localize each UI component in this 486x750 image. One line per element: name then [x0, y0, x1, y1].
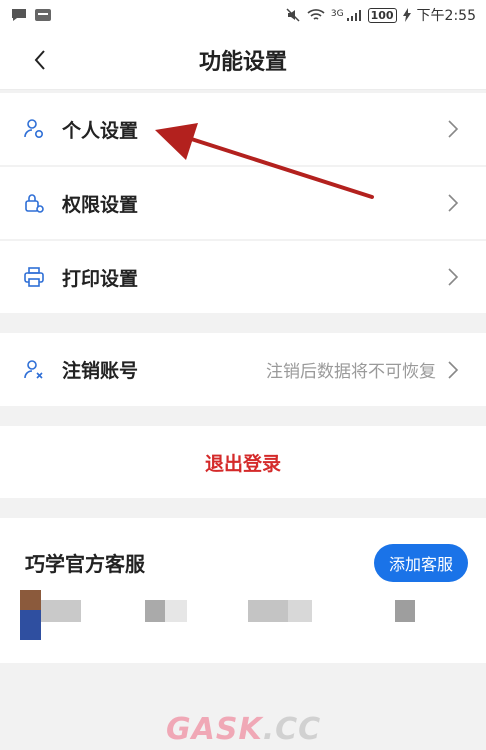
chevron-left-icon	[34, 50, 45, 70]
app-header: 功能设置	[0, 30, 486, 90]
settings-item-label: 个人设置	[62, 119, 139, 142]
status-left	[10, 7, 52, 23]
chevron-right-icon	[446, 359, 460, 381]
settings-item-personal[interactable]: 个人设置	[0, 93, 486, 165]
redacted-text	[41, 600, 81, 622]
redacted-text	[145, 600, 165, 622]
settings-item-cancel-account[interactable]: 注销账号 注销后数据将不可恢复	[0, 333, 486, 406]
wifi-icon	[307, 8, 325, 22]
signal-icon	[346, 8, 362, 22]
watermark: GASK.CC	[166, 712, 321, 747]
user-settings-icon	[22, 117, 46, 141]
message-icon	[10, 7, 28, 23]
customer-service-card: 巧学官方客服 添加客服	[0, 518, 486, 663]
service-avatar	[20, 590, 41, 640]
charging-icon	[402, 8, 411, 22]
redacted-text	[165, 600, 187, 622]
chevron-right-icon	[446, 118, 460, 140]
redacted-text	[395, 600, 415, 622]
redacted-text	[288, 600, 312, 622]
settings-item-label: 权限设置	[62, 193, 139, 216]
app-icon	[34, 8, 52, 22]
page-title: 功能设置	[198, 49, 287, 75]
status-time: 下午2:55	[416, 8, 476, 24]
chevron-right-icon	[446, 266, 460, 288]
cancel-account-hint: 注销后数据将不可恢复	[266, 362, 436, 382]
logout-button[interactable]: 退出登录	[0, 426, 486, 498]
logout-label: 退出登录	[204, 452, 281, 475]
watermark-part2: .CC	[262, 712, 322, 747]
chevron-right-icon	[446, 192, 460, 214]
redacted-text	[248, 600, 288, 622]
add-service-button[interactable]: 添加客服	[374, 544, 468, 582]
back-button[interactable]	[26, 46, 54, 74]
status-right: 3G 100 下午2:55	[285, 5, 476, 25]
watermark-part1: GASK	[166, 712, 263, 747]
settings-item-label: 注销账号	[62, 360, 139, 382]
status-bar: 3G 100 下午2:55	[0, 0, 486, 30]
add-service-label: 添加客服	[388, 555, 453, 574]
settings-item-permission[interactable]: 权限设置	[0, 167, 486, 239]
user-remove-icon	[22, 358, 46, 382]
printer-icon	[22, 265, 46, 289]
settings-item-print[interactable]: 打印设置	[0, 241, 486, 313]
battery-level: 100	[367, 7, 397, 23]
settings-item-label: 打印设置	[62, 267, 139, 290]
lock-settings-icon	[22, 191, 46, 215]
mute-icon	[285, 7, 301, 23]
service-title: 巧学官方客服	[25, 552, 145, 576]
network-type: 3G	[330, 9, 344, 19]
